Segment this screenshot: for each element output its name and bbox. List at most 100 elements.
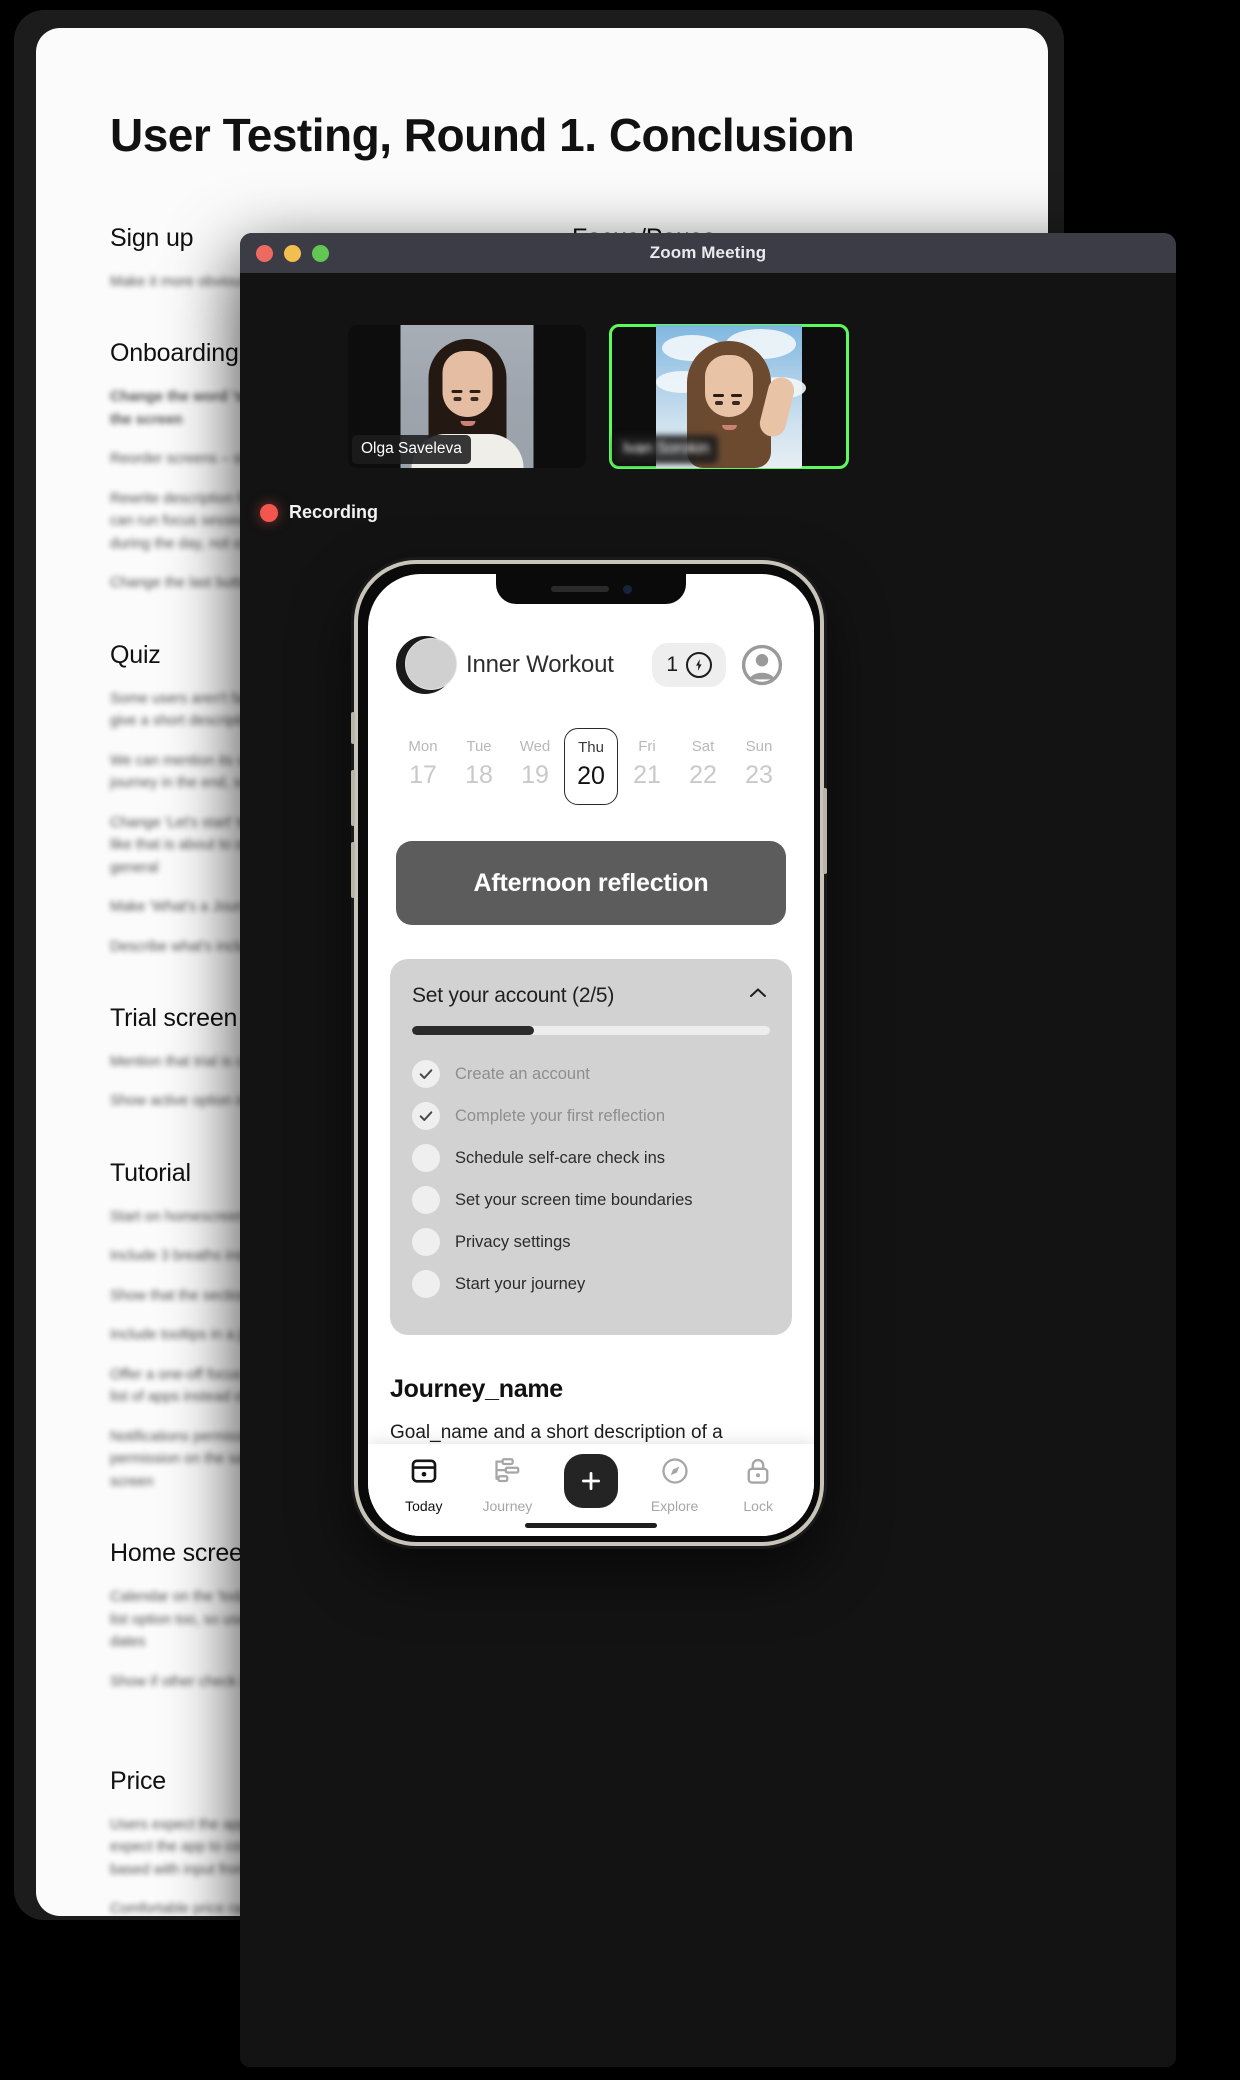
checklist-item-label: Schedule self-care check ins xyxy=(455,1148,666,1167)
portrait-brow xyxy=(713,394,724,397)
checklist-item-label: Privacy settings xyxy=(455,1232,571,1251)
day-number: 22 xyxy=(689,761,717,789)
portrait-eye xyxy=(470,397,478,401)
day-name: Mon xyxy=(408,738,438,755)
checkbox-unchecked-icon[interactable] xyxy=(412,1144,440,1172)
volume-up-button[interactable] xyxy=(351,770,355,826)
calendar-icon xyxy=(409,1456,439,1491)
checklist-item-label: Complete your first reflection xyxy=(455,1106,665,1125)
day-number: 17 xyxy=(409,761,437,789)
checkbox-unchecked-icon[interactable] xyxy=(412,1186,440,1214)
recording-indicator: Recording xyxy=(260,502,1176,523)
journey-section: Journey_name Goal_name and a short descr… xyxy=(368,1335,814,1446)
checklist-header[interactable]: Set your account (2/5) xyxy=(412,981,770,1010)
compass-icon xyxy=(660,1456,690,1491)
phone-screen: Inner Workout 1 Mon 17 Tue 18 Wed 19 Thu… xyxy=(368,574,814,1536)
portrait-brow xyxy=(451,390,462,393)
portrait-brow xyxy=(469,390,480,393)
flowchart-icon xyxy=(492,1456,522,1491)
checklist-item[interactable]: Start your journey xyxy=(412,1263,770,1305)
phone-mockup: Inner Workout 1 Mon 17 Tue 18 Wed 19 Thu… xyxy=(351,560,827,1546)
set-your-account-card: Set your account (2/5) Create an account… xyxy=(390,959,792,1335)
streak-count: 1 xyxy=(666,653,678,676)
day-name: Thu xyxy=(578,739,604,756)
tab-label: Today xyxy=(405,1498,443,1514)
tab-explore[interactable]: Explore xyxy=(638,1456,712,1514)
streak-badge[interactable]: 1 xyxy=(652,643,726,687)
silent-switch[interactable] xyxy=(351,712,355,744)
volume-down-button[interactable] xyxy=(351,842,355,898)
checklist-item[interactable]: Schedule self-care check ins xyxy=(412,1137,770,1179)
participant-name: Olga Saveleva xyxy=(352,435,471,464)
window-title: Zoom Meeting xyxy=(649,243,767,262)
checklist-title: Set your account (2/5) xyxy=(412,983,615,1007)
user-avatar-icon[interactable] xyxy=(738,641,786,689)
participant-tile-active-speaker[interactable]: Ivan Sorokin xyxy=(609,324,849,469)
app-name: Inner Workout xyxy=(466,651,614,678)
day-number: 23 xyxy=(745,761,773,789)
portrait-eye xyxy=(453,397,461,401)
zoom-meeting-window: Zoom Meeting Olga Saveleva Ivan Sorokin … xyxy=(240,233,1176,2067)
checklist-item[interactable]: Create an account xyxy=(412,1053,770,1095)
portrait-eye xyxy=(715,401,723,405)
day-cell-tue[interactable]: Tue 18 xyxy=(452,728,506,805)
day-cell-mon[interactable]: Mon 17 xyxy=(396,728,450,805)
app-header: Inner Workout 1 xyxy=(368,622,814,694)
home-indicator[interactable] xyxy=(525,1523,657,1528)
day-name: Sun xyxy=(745,738,773,755)
tab-lock[interactable]: Lock xyxy=(721,1456,795,1514)
day-cell-fri[interactable]: Fri 21 xyxy=(620,728,674,805)
checklist-progress-fill xyxy=(412,1026,534,1035)
tab-journey[interactable]: Journey xyxy=(470,1456,544,1514)
tab-add[interactable] xyxy=(554,1454,628,1515)
day-number: 19 xyxy=(521,761,549,789)
afternoon-reflection-button[interactable]: Afternoon reflection xyxy=(396,841,786,925)
checkbox-unchecked-icon[interactable] xyxy=(412,1270,440,1298)
participant-grid: Olga Saveleva Ivan Sorokin xyxy=(240,273,1176,469)
day-name: Fri xyxy=(638,738,656,755)
week-strip: Mon 17 Tue 18 Wed 19 Thu 20 Fri 21 Sat 2… xyxy=(368,694,814,805)
participant-tile[interactable]: Olga Saveleva xyxy=(348,325,586,468)
checklist-item-label: Start your journey xyxy=(455,1274,586,1293)
day-cell-sat[interactable]: Sat 22 xyxy=(676,728,730,805)
page-title: User Testing, Round 1. Conclusion xyxy=(110,109,855,161)
journey-title: Journey_name xyxy=(390,1375,563,1403)
lock-icon xyxy=(743,1456,773,1491)
lightning-bolt-icon xyxy=(686,652,712,678)
portrait-face xyxy=(705,355,753,430)
day-cell-thu-selected[interactable]: Thu 20 xyxy=(564,728,618,805)
checklist-item[interactable]: Set your screen time boundaries xyxy=(412,1179,770,1221)
checklist-item-label: Create an account xyxy=(455,1064,590,1083)
day-cell-wed[interactable]: Wed 19 xyxy=(508,728,562,805)
checkbox-unchecked-icon[interactable] xyxy=(412,1228,440,1256)
tab-label: Lock xyxy=(743,1498,773,1514)
day-number: 20 xyxy=(577,762,605,790)
zoom-titlebar[interactable]: Zoom Meeting xyxy=(240,233,1176,273)
record-icon xyxy=(260,503,278,522)
journey-subtitle: Goal_name and a short description of a xyxy=(390,1422,723,1443)
day-name: Sat xyxy=(691,738,715,755)
checklist-progress-bar xyxy=(412,1026,770,1035)
checklist-items: Create an account Complete your first re… xyxy=(412,1053,770,1305)
checklist-item[interactable]: Privacy settings xyxy=(412,1221,770,1263)
power-button[interactable] xyxy=(823,788,827,874)
recording-label: Recording xyxy=(289,502,379,522)
phone-notch xyxy=(496,574,686,604)
zoom-body: Olga Saveleva Ivan Sorokin Recording Inn… xyxy=(240,273,1176,2067)
plus-icon[interactable] xyxy=(563,1454,618,1508)
participant-name: Ivan Sorokin xyxy=(614,435,719,464)
checklist-item[interactable]: Complete your first reflection xyxy=(412,1095,770,1137)
tab-today[interactable]: Today xyxy=(387,1456,461,1514)
chevron-up-icon[interactable] xyxy=(746,981,770,1010)
tab-label: Explore xyxy=(650,1498,699,1514)
inner-workout-app: Inner Workout 1 Mon 17 Tue 18 Wed 19 Thu… xyxy=(368,574,814,1536)
checkbox-checked-icon[interactable] xyxy=(412,1060,440,1088)
earpiece-speaker-icon xyxy=(550,586,609,592)
day-number: 18 xyxy=(465,761,493,789)
day-name: Wed xyxy=(519,738,551,755)
day-name: Tue xyxy=(466,738,492,755)
portrait-face xyxy=(442,351,492,426)
front-camera-icon xyxy=(622,584,632,594)
day-cell-sun[interactable]: Sun 23 xyxy=(732,728,786,805)
checkbox-checked-icon[interactable] xyxy=(412,1102,440,1130)
